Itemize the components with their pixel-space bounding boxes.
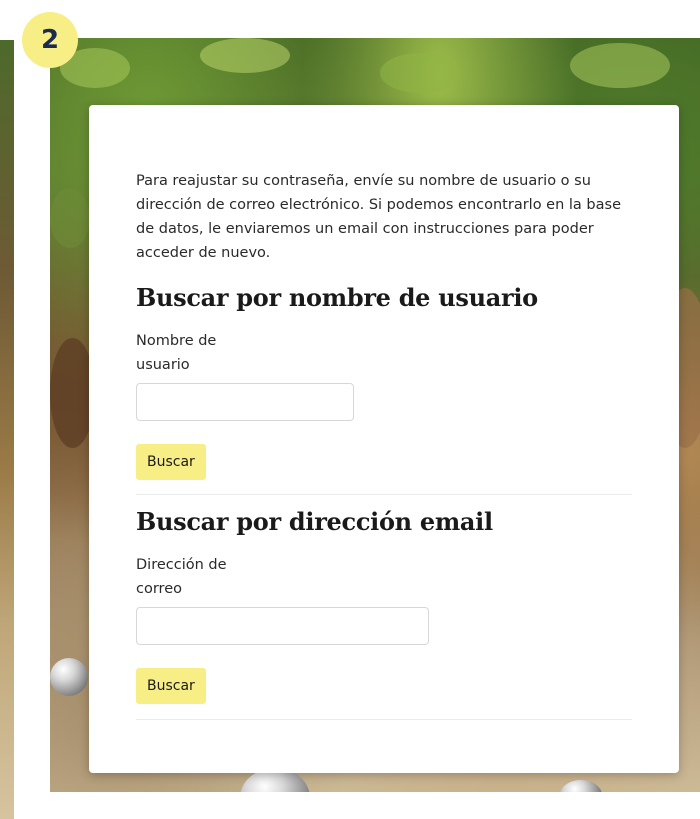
email-input[interactable] (136, 607, 429, 645)
search-username-button[interactable]: Buscar (136, 444, 206, 480)
foliage-highlight (380, 53, 460, 93)
email-label: Dirección de correo (136, 557, 227, 597)
step-badge: 2 (22, 12, 78, 68)
intro-text: Para reajustar su contraseña, envíe su n… (136, 173, 621, 261)
page: 2 Para reajustar su contraseña, envíe su… (0, 0, 700, 819)
petanque-ball (560, 780, 602, 792)
reset-password-card: Para reajustar su contraseña, envíe su n… (89, 105, 679, 773)
email-section-title: Buscar por dirección email (136, 507, 493, 536)
foliage-highlight (50, 188, 90, 248)
username-section-title: Buscar por nombre de usuario (136, 283, 538, 312)
foliage-highlight (200, 38, 290, 73)
section-divider (136, 719, 632, 720)
search-email-button[interactable]: Buscar (136, 668, 206, 704)
username-label: Nombre de usuario (136, 333, 217, 373)
username-input[interactable] (136, 383, 354, 421)
section-divider (136, 494, 632, 495)
foliage-highlight (570, 43, 670, 88)
background-photo-strip (0, 40, 14, 819)
petanque-ball (50, 658, 88, 696)
